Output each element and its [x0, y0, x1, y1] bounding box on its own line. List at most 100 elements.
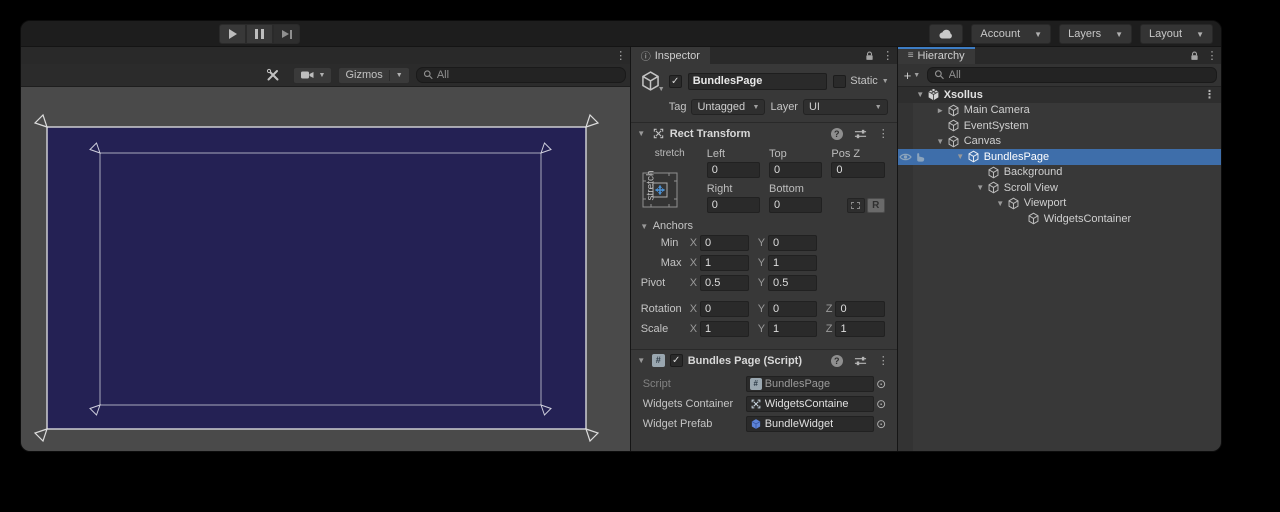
hierarchy-row-eventsystem[interactable]: EventSystem — [898, 118, 1221, 134]
hierarchy-row-widgetscontainer[interactable]: WidgetsContainer — [898, 211, 1221, 227]
raw-edit-mode-button[interactable]: R — [867, 198, 885, 213]
hierarchy-row-viewport[interactable]: ▼Viewport — [898, 196, 1221, 212]
layers-dropdown[interactable]: Layers▼ — [1059, 24, 1132, 44]
rotation-y-field[interactable] — [768, 301, 817, 317]
pickability-icon[interactable] — [913, 150, 926, 163]
scene-search-field[interactable] — [416, 67, 626, 83]
anchor-min-x-field[interactable] — [700, 235, 749, 251]
left-field[interactable] — [707, 162, 760, 178]
active-checkbox[interactable]: ✓ — [669, 75, 682, 88]
right-field[interactable] — [707, 197, 760, 213]
gameobject-cube-icon — [947, 135, 962, 148]
foldout-icon[interactable]: ▼ — [914, 90, 927, 99]
gizmos-dropdown[interactable]: Gizmos ▼ — [338, 67, 409, 84]
pause-button[interactable] — [246, 24, 273, 44]
script-component-header[interactable]: ▼ # ✓ Bundles Page (Script) ? ⋮ — [631, 349, 897, 371]
anchors-foldout[interactable]: ▼ Anchors — [639, 220, 885, 232]
layer-value: UI — [809, 101, 820, 113]
static-checkbox[interactable]: ✓ — [833, 75, 846, 88]
layout-dropdown[interactable]: Layout▼ — [1140, 24, 1213, 44]
cloud-services-button[interactable] — [929, 24, 963, 44]
component-menu-icon[interactable]: ⋮ — [878, 127, 889, 140]
object-picker-icon[interactable]: ⊙ — [874, 397, 889, 411]
gameobject-name-field[interactable] — [688, 73, 828, 90]
account-dropdown[interactable]: Account▼ — [971, 24, 1051, 44]
wrench-icon — [266, 68, 280, 82]
presets-icon[interactable] — [854, 128, 867, 140]
gameobject-cube-icon — [967, 150, 982, 163]
hierarchy-row-bundlespage[interactable]: ▼BundlesPage — [898, 149, 1221, 165]
layer-label: Layer — [770, 101, 798, 113]
scene-tools-button[interactable] — [259, 67, 287, 84]
scene-toolbar: ▼ Gizmos ▼ — [21, 64, 630, 87]
static-dropdown-caret[interactable]: ▼ — [882, 78, 889, 85]
property-label: Script — [643, 378, 746, 390]
visibility-eye-icon[interactable] — [899, 152, 912, 162]
help-icon[interactable]: ? — [831, 128, 843, 140]
blueprint-mode-button[interactable] — [847, 198, 865, 213]
lock-icon[interactable] — [861, 47, 879, 64]
foldout-icon[interactable]: ▼ — [934, 137, 947, 146]
hierarchy-row-main-camera[interactable]: ►Main Camera — [898, 103, 1221, 119]
search-icon — [423, 69, 434, 81]
hierarchy-search-input[interactable] — [949, 69, 1210, 81]
anchor-max-x-field[interactable] — [700, 255, 749, 271]
posz-field[interactable] — [831, 162, 884, 178]
top-field[interactable] — [769, 162, 822, 178]
object-reference-field[interactable]: #BundlesPage — [746, 376, 874, 392]
foldout-icon[interactable]: ▼ — [974, 183, 987, 192]
object-picker-icon[interactable]: ⊙ — [874, 417, 889, 431]
layer-dropdown[interactable]: UI ▼ — [803, 99, 888, 115]
tab-hierarchy[interactable]: ≡ Hierarchy — [898, 47, 975, 64]
hierarchy-row-canvas[interactable]: ▼Canvas — [898, 134, 1221, 150]
tab-inspector[interactable]: ⓘ Inspector — [631, 47, 710, 64]
ui-canvas-rect[interactable] — [47, 127, 586, 429]
step-button[interactable] — [273, 24, 300, 44]
tag-dropdown[interactable]: Untagged ▼ — [691, 99, 765, 115]
component-menu-icon[interactable]: ⋮ — [878, 354, 889, 367]
panel-menu-icon[interactable]: ⋮ — [879, 47, 897, 64]
object-reference-field[interactable]: BundleWidget — [746, 416, 874, 432]
hierarchy-row-xsollus[interactable]: ▼Xsollus⋮ — [898, 87, 1221, 103]
gameobject-cube-icon — [1027, 212, 1042, 225]
anchor-min-y-field[interactable] — [768, 235, 817, 251]
bottom-field[interactable] — [769, 197, 822, 213]
foldout-icon[interactable]: ▼ — [636, 129, 647, 138]
presets-icon[interactable] — [854, 355, 867, 367]
create-object-button[interactable]: + ▼ — [904, 68, 921, 83]
gameobject-icon[interactable]: ▼ — [639, 70, 663, 92]
cloud-icon — [938, 27, 954, 41]
anchor-max-y-field[interactable] — [768, 255, 817, 271]
hierarchy-tab-bar: ≡ Hierarchy ⋮ — [898, 47, 1221, 64]
foldout-icon[interactable]: ▼ — [954, 152, 967, 161]
gameobject-cube-icon — [947, 119, 962, 132]
pivot-y-field[interactable] — [768, 275, 817, 291]
play-button[interactable] — [219, 24, 246, 44]
foldout-icon[interactable]: ► — [934, 106, 947, 115]
component-enabled-checkbox[interactable]: ✓ — [670, 354, 683, 367]
foldout-icon[interactable]: ▼ — [636, 356, 647, 365]
play-icon — [229, 29, 237, 39]
rotation-z-field[interactable] — [835, 301, 884, 317]
scene-menu-icon[interactable]: ⋮ — [1204, 88, 1215, 101]
scene-viewport[interactable] — [21, 87, 630, 452]
scale-z-field[interactable] — [835, 321, 884, 337]
lock-icon[interactable] — [1185, 47, 1203, 64]
scale-y-field[interactable] — [768, 321, 817, 337]
object-picker-icon[interactable]: ⊙ — [874, 377, 889, 391]
scene-camera-dropdown[interactable]: ▼ — [293, 67, 333, 84]
scene-search-input[interactable] — [437, 69, 619, 81]
hierarchy-search-field[interactable] — [927, 67, 1217, 83]
panel-menu-icon[interactable]: ⋮ — [612, 47, 630, 64]
help-icon[interactable]: ? — [831, 355, 843, 367]
panel-menu-icon[interactable]: ⋮ — [1203, 47, 1221, 64]
property-label: Widget Prefab — [643, 418, 746, 430]
pivot-x-field[interactable] — [700, 275, 749, 291]
rotation-x-field[interactable] — [700, 301, 749, 317]
object-reference-field[interactable]: WidgetsContaine — [746, 396, 874, 412]
scale-x-field[interactable] — [700, 321, 749, 337]
hierarchy-row-background[interactable]: Background — [898, 165, 1221, 181]
foldout-icon[interactable]: ▼ — [994, 199, 1007, 208]
rect-transform-header[interactable]: ▼ Rect Transform ? ⋮ — [631, 122, 897, 144]
hierarchy-row-scroll-view[interactable]: ▼Scroll View — [898, 180, 1221, 196]
